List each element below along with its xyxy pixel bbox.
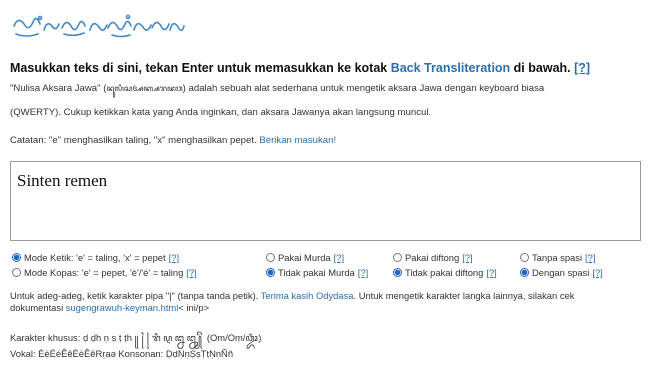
heading-help-link[interactable]: [?] [574, 61, 590, 75]
special-chars-label: Karakter khusus: [10, 332, 83, 343]
mode-ketik-help[interactable]: [?] [169, 252, 179, 263]
mode-ketik-option[interactable]: Mode Ketik: 'e' = taling, 'x' = pepet [?… [12, 252, 179, 263]
pakai-murda-label: Pakai Murda [278, 252, 331, 263]
intro-text-a: "Nulisa Aksara Jawa" ( [10, 83, 107, 94]
intro-line-2: (QWERTY). Cukup ketikkan kata yang Anda … [10, 107, 432, 118]
mode-kopas-radio[interactable] [12, 268, 21, 277]
dengan-spasi-help[interactable]: [?] [592, 267, 602, 278]
tidak-diftong-help[interactable]: [?] [486, 267, 496, 278]
vokal-line[interactable]: Vokal: ÈèÉéÊêÈèÊêRṛaə Konsonan: ḌḍṆṇṢṣṬṭ… [10, 348, 233, 359]
tidak-diftong-option[interactable]: Tidak pakai diftong [?] [393, 267, 497, 278]
pakai-diftong-radio[interactable] [393, 253, 402, 262]
pakai-diftong-label: Pakai diftong [405, 252, 460, 263]
note-text: Catatan: "e" menghasilkan taling, "x" me… [10, 135, 260, 146]
dengan-spasi-option[interactable]: Dengan spasi [?] [520, 267, 603, 278]
special-chars-list[interactable]: ḍ ḍh ṇ ṣ ṭ ṭh ꧋ ꧌ ꧍ ꦫꦶ ꦉ ꦊ ꦋ ꧀ ꦼ (Om/Oṃ/… [83, 332, 261, 343]
tidak-murda-help[interactable]: [?] [358, 267, 368, 278]
special-chars-line: Karakter khusus: ḍ ḍh ṇ ṣ ṭ ṭh ꧋ ꧌ ꧍ ꦫꦶ … [10, 330, 261, 350]
mode-kopas-label: Mode Kopas: 'e' = pepet, 'è'/'é' = talin… [24, 267, 184, 278]
tanpa-spasi-help[interactable]: [?] [585, 252, 595, 263]
pakai-diftong-help[interactable]: [?] [462, 252, 472, 263]
site-logo [13, 14, 185, 38]
mode-kopas-help[interactable]: [?] [186, 267, 196, 278]
back-transliteration-link[interactable]: Back Transliteration [391, 61, 511, 75]
docs-text-a: dokumentasi [10, 302, 66, 313]
pakai-diftong-option[interactable]: Pakai diftong [?] [393, 252, 473, 263]
tanpa-spasi-option[interactable]: Tanpa spasi [?] [520, 252, 595, 263]
heading-suffix: di bawah. [510, 61, 571, 75]
tidak-murda-radio[interactable] [266, 268, 275, 277]
docs-line: dokumentasi sugengrawuh-keyman.html< ini… [10, 302, 209, 313]
tidak-diftong-radio[interactable] [393, 268, 402, 277]
pakai-murda-radio[interactable] [266, 253, 275, 262]
heading-text: Masukkan teks di sini, tekan Enter untuk… [10, 61, 391, 75]
intro-line-1: "Nulisa Aksara Jawa" (ꦤꦸꦭꦶꦱꦄꦏ꧀ꦱꦫꦗꦮ) adal… [10, 81, 544, 97]
mode-kopas-option[interactable]: Mode Kopas: 'e' = pepet, 'è'/'é' = talin… [12, 267, 197, 278]
text-input-area[interactable]: Sinten remen [10, 161, 641, 241]
tanpa-spasi-radio[interactable] [520, 253, 529, 262]
intro-javanese-text: ꦤꦸꦭꦶꦱꦄꦏ꧀ꦱꦫꦗꦮ [106, 84, 183, 93]
tidak-diftong-label: Tidak pakai diftong [405, 267, 484, 278]
tanpa-spasi-label: Tanpa spasi [532, 252, 583, 263]
adeg-adeg-line: Untuk adeg-adeg, ketik karakter pipa "|"… [10, 290, 574, 301]
tidak-murda-label: Tidak pakai Murda [278, 267, 355, 278]
feedback-link[interactable]: Berikan masukan! [259, 135, 336, 146]
pakai-murda-option[interactable]: Pakai Murda [?] [266, 252, 344, 263]
mode-ketik-radio[interactable] [12, 253, 21, 262]
docs-link[interactable]: sugengrawuh-keyman.html [66, 302, 179, 313]
page-heading: Masukkan teks di sini, tekan Enter untuk… [10, 61, 590, 75]
adeg-text-a: Untuk adeg-adeg, ketik karakter pipa "|"… [10, 290, 261, 301]
dengan-spasi-radio[interactable] [520, 268, 529, 277]
note-line: Catatan: "e" menghasilkan taling, "x" me… [10, 133, 336, 149]
thanks-link[interactable]: Terima kasih Odydasa [261, 290, 354, 301]
docs-text-b: < ini/p> [178, 302, 210, 313]
pakai-murda-help[interactable]: [?] [334, 252, 344, 263]
dengan-spasi-label: Dengan spasi [532, 267, 590, 278]
mode-ketik-label: Mode Ketik: 'e' = taling, 'x' = pepet [24, 252, 166, 263]
intro-text-b: ) adalah sebuah alat sederhana untuk men… [182, 83, 545, 94]
adeg-text-b: . Untuk mengetik karakter langka lainnya… [353, 290, 575, 301]
tidak-murda-option[interactable]: Tidak pakai Murda [?] [266, 267, 368, 278]
